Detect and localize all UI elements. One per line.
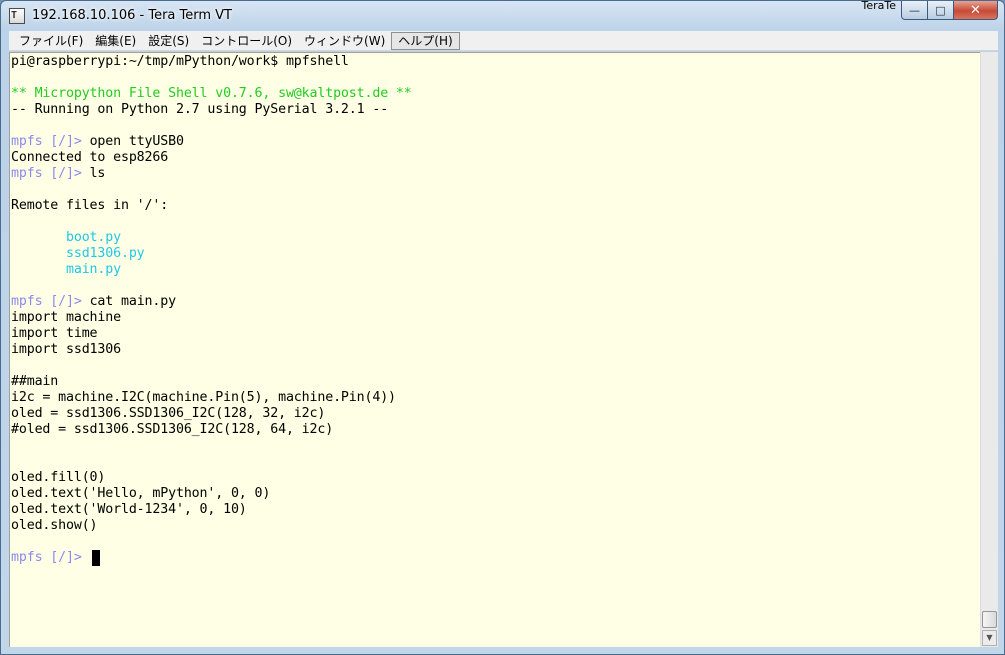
caption-buttons: — □ ✕ xyxy=(901,1,998,20)
terminal-line: mpfs [/]> cat main.py xyxy=(11,294,176,310)
maximize-button[interactable]: □ xyxy=(928,1,954,20)
terminal-text: Remote files in '/': xyxy=(11,198,169,213)
menu-file[interactable]: ファイル(F) xyxy=(13,32,89,50)
terminal-screen[interactable]: pi@raspberrypi:~/tmp/mPython/work$ mpfsh… xyxy=(9,52,980,647)
terminal-text: oled.text('World-1234', 0, 10) xyxy=(11,502,247,517)
menu-edit[interactable]: 編集(E) xyxy=(89,32,142,50)
terminal-text: Connected to esp8266 xyxy=(11,150,169,165)
terminal-text: oled.text('Hello, mPython', 0, 0) xyxy=(11,486,271,501)
terminal-line: ##main xyxy=(11,374,58,390)
terminal-text: oled = ssd1306.SSD1306_I2C(128, 32, i2c) xyxy=(11,406,326,421)
terminal-text: boot.py xyxy=(11,230,121,245)
menu-bar: ファイル(F) 編集(E) 設定(S) コントロール(O) ウィンドウ(W) ヘ… xyxy=(9,31,998,51)
terminal-prompt: mpfs [/]> xyxy=(11,134,90,149)
terminal-line: import machine xyxy=(11,310,121,326)
terminal-window: T 192.168.10.106 - Tera Term VT TeraTe —… xyxy=(0,0,1005,655)
terminal-text: import ssd1306 xyxy=(11,342,121,357)
menu-window[interactable]: ウィンドウ(W) xyxy=(298,32,391,50)
terminal-line: i2c = machine.I2C(machine.Pin(5), machin… xyxy=(11,390,396,406)
terminal-line: mpfs [/]> ls xyxy=(11,166,105,182)
menu-setup[interactable]: 設定(S) xyxy=(142,32,195,50)
terminal-text: ##main xyxy=(11,374,59,389)
terminal-line: oled.text('Hello, mPython', 0, 0) xyxy=(11,486,270,502)
terminal-text: ssd1306.py xyxy=(11,246,145,261)
terminal-line: oled.text('World-1234', 0, 10) xyxy=(11,502,247,518)
terminal-text: #oled = ssd1306.SSD1306_I2C(128, 64, i2c… xyxy=(11,422,334,437)
app-icon-letter: T xyxy=(11,10,18,21)
terminal-line: ** Micropython File Shell v0.7.6, sw@kal… xyxy=(11,86,412,102)
terminal-line: main.py xyxy=(11,262,121,278)
terminal-text: pi@raspberrypi:~/tmp/mPython/work$ mpfsh… xyxy=(11,54,349,69)
title-bar[interactable]: T 192.168.10.106 - Tera Term VT TeraTe —… xyxy=(1,1,1004,31)
terminal-line: boot.py xyxy=(11,230,121,246)
terminal-text: i2c = machine.I2C(machine.Pin(5), machin… xyxy=(11,390,396,405)
terminal-line: Connected to esp8266 xyxy=(11,150,168,166)
terminal-text: oled.fill(0) xyxy=(11,470,106,485)
terminal-line: #oled = ssd1306.SSD1306_I2C(128, 64, i2c… xyxy=(11,422,333,438)
terminal-line: oled.show() xyxy=(11,518,98,534)
background-window-caption: TeraTe xyxy=(861,0,897,12)
menu-control[interactable]: コントロール(O) xyxy=(195,32,298,50)
terminal-text: cat main.py xyxy=(89,294,177,309)
tera-term-app-icon[interactable]: T xyxy=(9,8,25,24)
terminal-text: main.py xyxy=(11,262,121,277)
terminal-prompt: mpfs [/]> xyxy=(11,166,90,181)
terminal-line: oled = ssd1306.SSD1306_I2C(128, 32, i2c) xyxy=(11,406,325,422)
terminal-line: import ssd1306 xyxy=(11,342,121,358)
scroll-down-arrow-icon[interactable]: ▼ xyxy=(982,630,997,646)
scrollbar-thumb[interactable] xyxy=(982,611,997,628)
terminal-line: import time xyxy=(11,326,98,342)
terminal-cursor xyxy=(92,550,100,566)
terminal-text: import time xyxy=(11,326,98,341)
terminal-text: import machine xyxy=(11,310,121,325)
terminal-prompt: mpfs [/]> xyxy=(11,550,90,565)
terminal-line: oled.fill(0) xyxy=(11,470,105,486)
terminal-text: -- Running on Python 2.7 using PySerial … xyxy=(11,102,389,117)
terminal-line: mpfs [/]> open ttyUSB0 xyxy=(11,134,184,150)
menu-help[interactable]: ヘルプ(H) xyxy=(391,31,460,50)
terminal-text: ** Micropython File Shell v0.7.6, sw@kal… xyxy=(11,86,412,101)
terminal-text: ls xyxy=(89,166,106,181)
vertical-scrollbar[interactable]: ▼ xyxy=(980,52,998,647)
terminal-line: -- Running on Python 2.7 using PySerial … xyxy=(11,102,388,118)
terminal-text: oled.show() xyxy=(11,518,98,533)
window-title: 192.168.10.106 - Tera Term VT xyxy=(32,8,232,23)
terminal-line: Remote files in '/': xyxy=(11,198,168,214)
terminal-line: ssd1306.py xyxy=(11,246,145,262)
close-button[interactable]: ✕ xyxy=(954,1,998,20)
terminal-prompt: mpfs [/]> xyxy=(11,294,90,309)
terminal-line: pi@raspberrypi:~/tmp/mPython/work$ mpfsh… xyxy=(11,54,349,70)
terminal-text: open ttyUSB0 xyxy=(89,134,184,149)
terminal-line: mpfs [/]> xyxy=(11,550,90,566)
minimize-button[interactable]: — xyxy=(901,1,928,20)
